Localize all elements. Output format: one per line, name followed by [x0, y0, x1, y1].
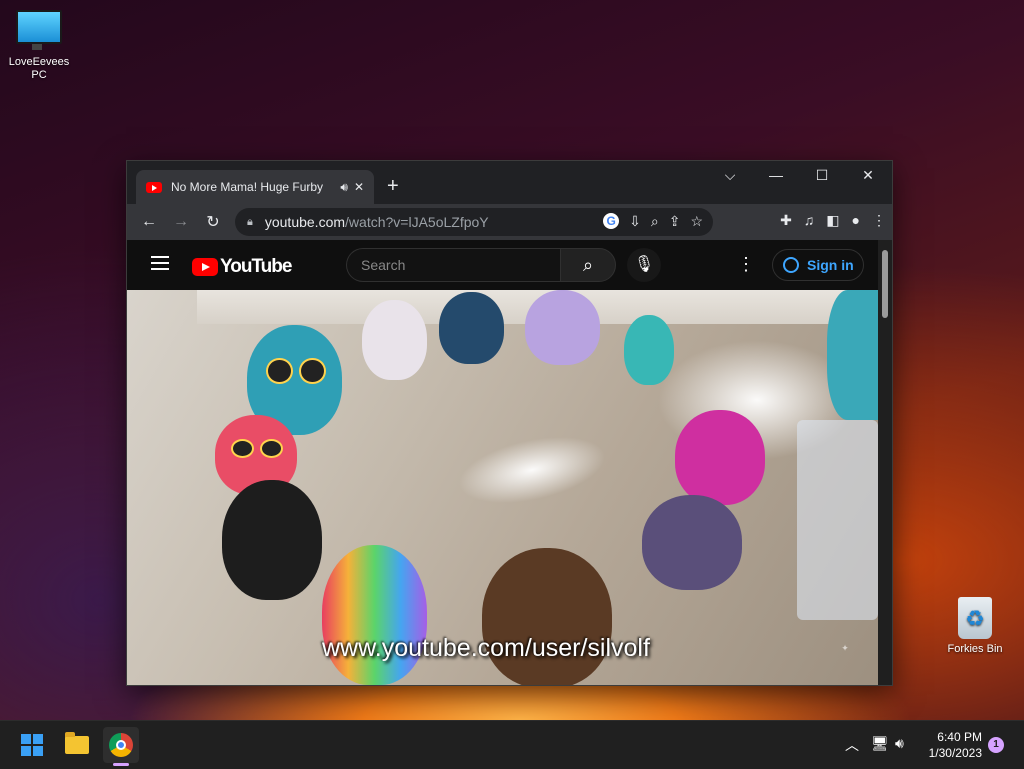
desktop-icon-pc[interactable]: LoveEevees PC [4, 10, 74, 82]
video-furby-toy [675, 410, 765, 505]
side-panel-icon[interactable]: ◧ [826, 212, 839, 229]
youtube-play-icon [192, 258, 218, 276]
bookmark-star-icon[interactable]: ☆ [690, 213, 703, 230]
reload-icon[interactable]: ↻ [197, 212, 229, 232]
video-caption-text: www.youtube.com/user/silvolf [322, 634, 650, 662]
desktop-icon-recycle-bin[interactable]: ♻ Forkies Bin [940, 597, 1010, 656]
notification-badge[interactable]: 1 [988, 737, 1004, 753]
google-lens-icon[interactable]: G [603, 213, 620, 229]
hamburger-menu-icon[interactable] [151, 256, 169, 274]
settings-kebab-icon[interactable]: ⋮ [737, 254, 755, 275]
taskbar: ︿ 🖥︎ 🔊︎ 6:40 PM 1/30/2023 1 [0, 720, 1024, 769]
tab-youtube-video[interactable]: No More Mama! Huge Furby 🔊︎ ✕ [136, 170, 374, 204]
video-furby-toy [827, 290, 878, 420]
speaker-icon[interactable]: 🔊︎ [340, 180, 348, 195]
scrollbar-thumb[interactable] [882, 250, 888, 318]
profile-icon[interactable]: ● [852, 212, 860, 229]
active-app-indicator [113, 763, 129, 766]
monitor-icon [16, 10, 62, 50]
close-window-button[interactable]: ✕ [845, 167, 891, 184]
recycle-bin-icon: ♻ [958, 597, 992, 639]
video-watermark-logo: ✦ [841, 643, 849, 653]
clock-date: 1/30/2023 [928, 746, 982, 760]
video-storage-box [797, 420, 878, 620]
video-furby-toy [362, 300, 427, 380]
sign-in-label: Sign in [807, 257, 854, 273]
lock-icon[interactable]: 🔒︎ [247, 216, 253, 229]
search-icon: ⌕ [582, 255, 594, 275]
volume-icon[interactable]: 🔊︎ [895, 735, 904, 752]
page-scrollbar[interactable] [878, 240, 892, 685]
extensions-puzzle-icon[interactable]: ✚ [780, 212, 792, 229]
video-furby-toy [525, 290, 600, 365]
page-content: YouTube Search ⌕ 🎙︎ ⋮ Sign in www.youtub… [127, 240, 878, 685]
video-furby-toy [642, 495, 742, 590]
video-furby-toy [322, 545, 427, 685]
menu-kebab-icon[interactable]: ⋮ [872, 212, 886, 229]
youtube-wordmark: YouTube [220, 256, 292, 277]
browser-toolbar: ← → ↻ 🔒︎ youtube.com/watch?v=lJA5oLZfpoY… [127, 204, 892, 240]
tab-search-button[interactable]: ⌵ [707, 167, 753, 184]
file-explorer-button[interactable] [59, 727, 95, 763]
tab-strip: No More Mama! Huge Furby 🔊︎ ✕ + ⌵ — ☐ ✕ [127, 161, 892, 204]
system-clock[interactable]: 6:40 PM 1/30/2023 [912, 729, 982, 761]
windows-logo-icon [21, 734, 43, 756]
video-furby-toy [624, 315, 674, 385]
desktop-icon-label: LoveEevees PC [8, 56, 70, 81]
back-arrow-icon[interactable]: ← [133, 213, 165, 231]
video-furby-toy [439, 292, 504, 364]
url-path: /watch?v=lJA5oLZfpoY [345, 214, 489, 230]
url-host: youtube.com [264, 214, 346, 230]
address-bar[interactable]: 🔒︎ youtube.com/watch?v=lJA5oLZfpoY G ⇩ ⌕… [235, 208, 713, 236]
network-icon[interactable]: 🖥︎ [871, 735, 889, 752]
voice-search-button[interactable]: 🎙︎ [627, 248, 661, 282]
minimize-button[interactable]: — [753, 167, 799, 183]
video-player[interactable]: www.youtube.com/user/silvolf ✦ [127, 290, 878, 685]
chevron-up-icon[interactable]: ︿ [845, 735, 859, 755]
video-scene-sunlight [452, 425, 612, 515]
video-furby-toy [482, 548, 612, 685]
sign-in-button[interactable]: Sign in [772, 249, 864, 281]
chrome-taskbar-button[interactable] [103, 727, 139, 763]
close-tab-icon[interactable]: ✕ [354, 180, 364, 194]
youtube-logo[interactable]: YouTube [192, 256, 292, 278]
chrome-icon [109, 733, 133, 757]
forward-arrow-icon[interactable]: → [165, 213, 197, 231]
share-icon[interactable]: ⇪ [669, 213, 681, 230]
zoom-icon[interactable]: ⌕ [651, 213, 659, 230]
video-furby-toy [222, 480, 322, 600]
folder-icon [65, 732, 89, 754]
youtube-header: YouTube Search ⌕ 🎙︎ ⋮ Sign in [127, 240, 878, 290]
browser-window: No More Mama! Huge Furby 🔊︎ ✕ + ⌵ — ☐ ✕ … [126, 160, 893, 686]
start-button[interactable] [14, 727, 50, 763]
install-app-icon[interactable]: ⇩ [629, 213, 641, 230]
account-circle-icon [783, 257, 799, 273]
microphone-icon: 🎙︎ [633, 256, 655, 273]
new-tab-button[interactable]: + [387, 175, 399, 198]
media-control-icon[interactable]: ♫ [804, 212, 815, 229]
search-button[interactable]: ⌕ [560, 248, 616, 282]
desktop-icon-label: Forkies Bin [947, 643, 1003, 655]
clock-time: 6:40 PM [937, 730, 982, 744]
search-input[interactable]: Search [346, 248, 560, 282]
maximize-button[interactable]: ☐ [799, 167, 845, 184]
tab-title: No More Mama! Huge Furby [171, 180, 324, 194]
youtube-favicon-icon [146, 181, 162, 193]
